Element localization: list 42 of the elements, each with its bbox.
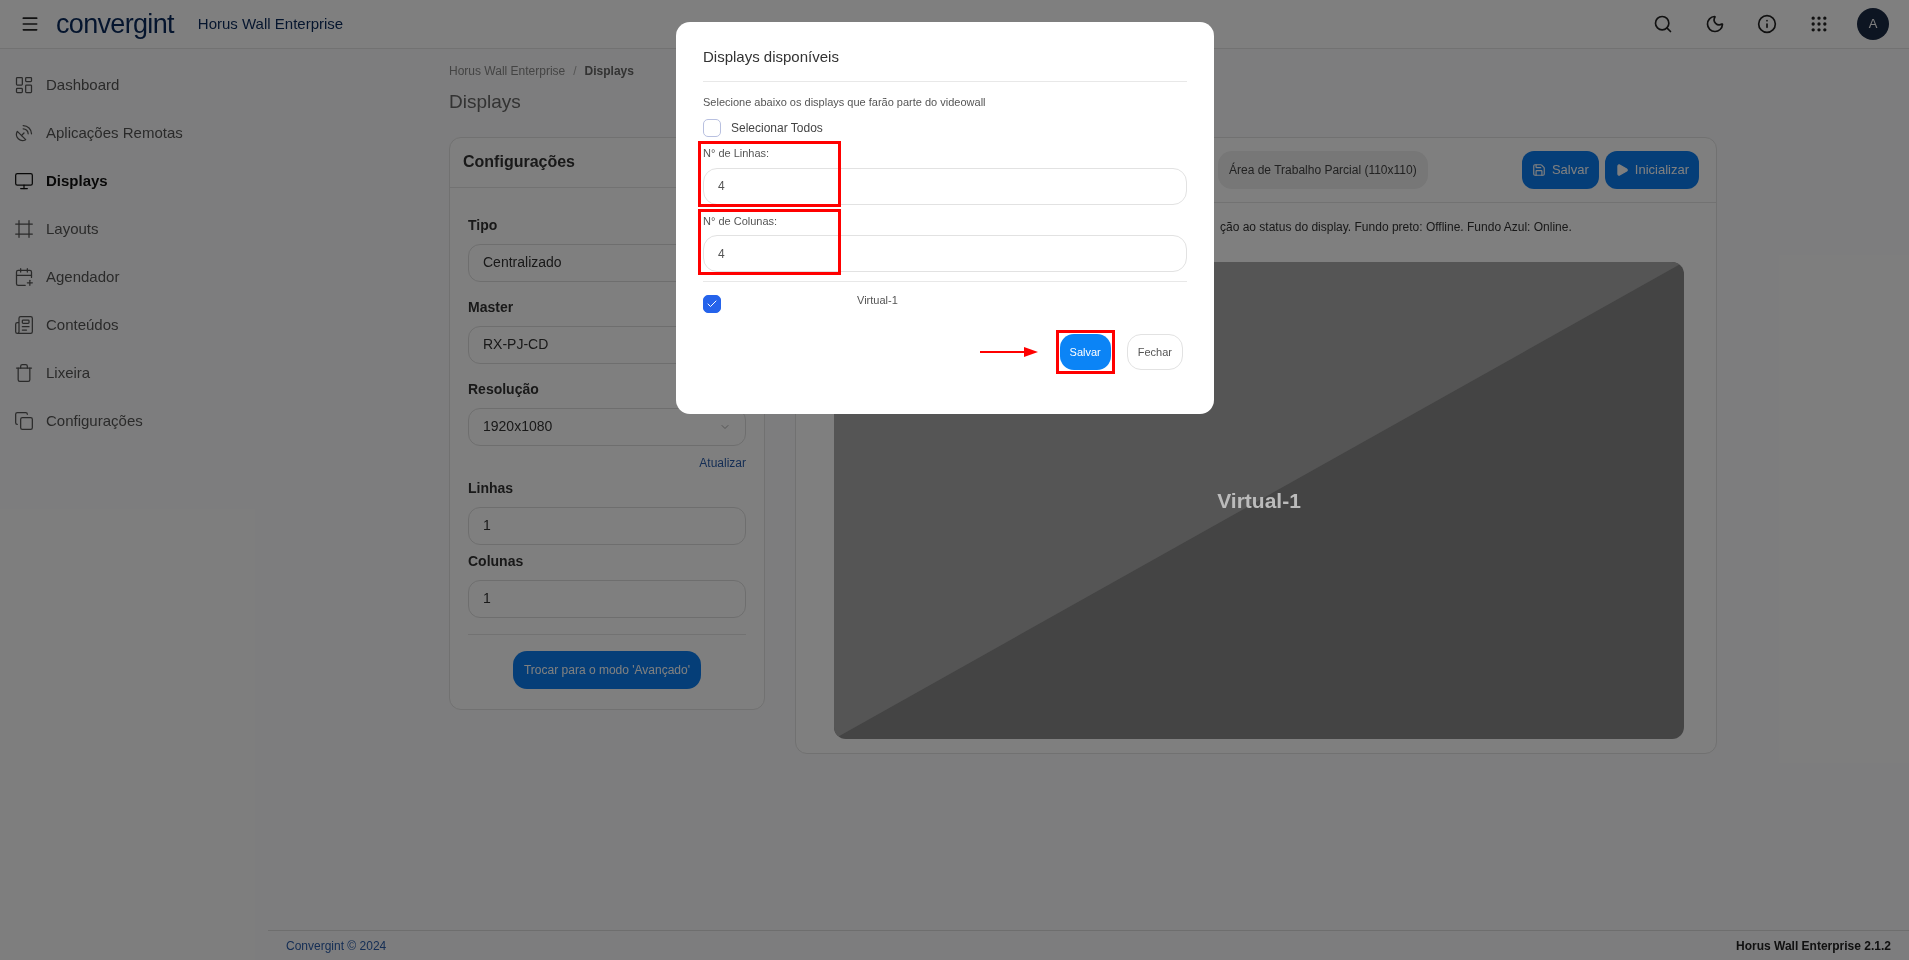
field-label: N° de Colunas: — [703, 213, 778, 229]
card-title: Configurações — [463, 152, 575, 172]
version-text: Horus Wall Enterprise 2.1.2 — [1736, 937, 1891, 955]
field-label: N° de Linhas: — [703, 146, 770, 161]
sidebar-item[interactable]: Agendador — [0, 253, 265, 301]
app-title: Horus Wall Enterprise — [197, 13, 344, 34]
sidebar-item[interactable]: Displays — [0, 157, 265, 205]
sidebar-item[interactable]: Configurações — [0, 397, 265, 445]
page-title: Displays — [449, 90, 521, 114]
input-field[interactable]: 1 — [468, 506, 746, 545]
start-button[interactable]: Inicializar — [1604, 150, 1699, 189]
checkbox-label: Selecionar Todos — [731, 120, 823, 137]
field-label: Resolução — [468, 379, 539, 399]
dialog-title: Displays disponíveis — [703, 46, 1187, 82]
input-field[interactable]: 1 — [468, 579, 746, 618]
field-label: Master — [468, 297, 514, 317]
field-label: Colunas — [468, 551, 524, 571]
refresh-link[interactable]: Atualizar — [699, 453, 746, 472]
sidebar-item[interactable]: Layouts — [0, 205, 265, 253]
save-button[interactable]: Salvar — [1059, 334, 1111, 370]
sidebar-item[interactable]: Dashboard — [0, 61, 265, 109]
breadcrumb-separator: / — [573, 63, 577, 80]
save-button[interactable]: Salvar — [1521, 150, 1599, 189]
user-avatar[interactable]: A — [1857, 8, 1889, 40]
input-field[interactable]: 4 — [703, 235, 1187, 272]
sidebar-item[interactable]: Lixeira — [0, 349, 265, 397]
logo: convergint — [56, 7, 174, 41]
status-note: ção ao status do display. Fundo preto: Offline. Fundo Azul: Online. — [1220, 219, 1572, 234]
close-button[interactable]: Fechar — [1126, 334, 1183, 370]
dialog-instruction: Selecione abaixo os displays que farão parte do videowall — [703, 94, 987, 110]
area-pill[interactable]: Área de Trabalho Parcial (110x110) — [1218, 150, 1428, 189]
breadcrumb-link[interactable]: Horus Wall Enterprise — [449, 62, 566, 80]
copyright-text: Convergint © 2024 — [286, 937, 387, 955]
switch-mode-button[interactable]: Trocar para o modo 'Avançado' — [513, 650, 701, 689]
input-field[interactable]: 4 — [703, 167, 1187, 205]
sidebar-item[interactable]: Conteúdos — [0, 301, 265, 349]
field-label: Linhas — [468, 478, 514, 498]
field-label: Tipo — [468, 215, 498, 235]
sidebar-item[interactable]: Aplicações Remotas — [0, 109, 265, 157]
display-name: Virtual-1 — [1217, 487, 1301, 514]
breadcrumb-current: Displays — [584, 63, 634, 80]
display-name: Virtual-1 — [857, 293, 898, 308]
